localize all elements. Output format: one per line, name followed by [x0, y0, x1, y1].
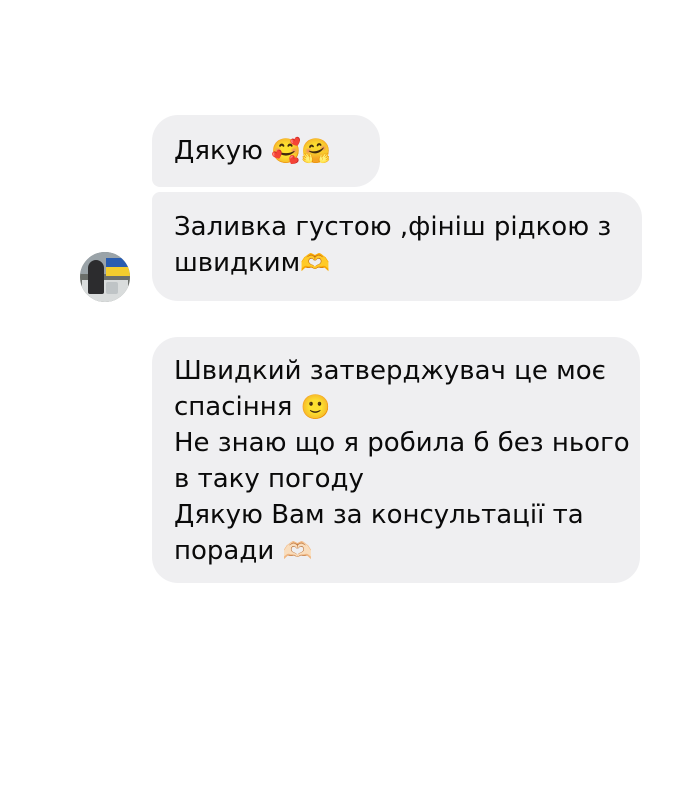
- message-line: Дякую Вам за консультації та: [174, 500, 584, 530]
- emoji: 🫶: [300, 249, 331, 277]
- message-line: спасіння 🙂: [174, 392, 331, 422]
- message-bubble[interactable]: Дякую 🥰🤗: [152, 115, 380, 187]
- avatar-object: [106, 282, 118, 294]
- message-line: поради 🫶🏻: [174, 536, 313, 566]
- sender-avatar[interactable]: [80, 252, 130, 302]
- message-line: Заливка густою ,фініш рідкою з: [174, 212, 612, 242]
- emoji: 🫶🏻: [282, 537, 313, 565]
- emoji: 🥰🤗: [271, 137, 331, 165]
- message-line: Дякую 🥰🤗: [174, 136, 331, 166]
- message-bubble[interactable]: Швидкий затверджувач це моє спасіння 🙂 Н…: [152, 337, 640, 583]
- flag-icon: [106, 267, 130, 276]
- person-silhouette: [88, 260, 104, 294]
- message-line: Не знаю що я робила б без нього: [174, 428, 630, 458]
- message-line: Швидкий затверджувач це моє: [174, 356, 606, 386]
- message-line: в таку погоду: [174, 464, 364, 494]
- message-line: швидким🫶: [174, 248, 331, 278]
- flag-icon: [106, 258, 130, 267]
- message-bubble[interactable]: Заливка густою ,фініш рідкою з швидким🫶: [152, 192, 642, 301]
- emoji: 🙂: [300, 393, 331, 421]
